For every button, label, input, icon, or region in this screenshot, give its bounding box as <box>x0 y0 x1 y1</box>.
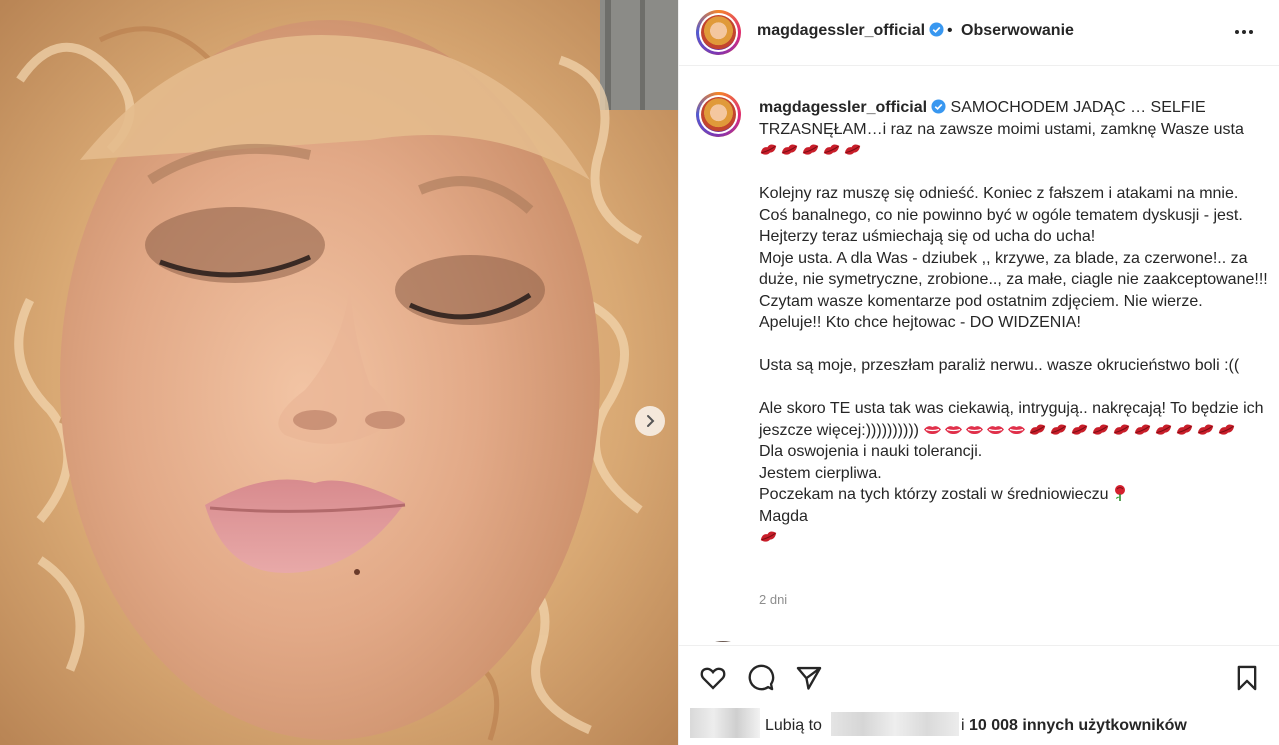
kiss-mark-emoji-icon <box>1135 424 1151 435</box>
kiss-mark-emoji-icon <box>823 144 840 155</box>
mouth-emoji-icon <box>966 425 984 434</box>
comment-avatar-partial <box>715 641 731 642</box>
caption-paragraph: Magda <box>759 507 808 525</box>
mouth-emoji-icon <box>945 425 963 434</box>
kiss-mark-emoji-icon <box>1093 424 1109 435</box>
caption-avatar[interactable] <box>696 92 741 137</box>
username-link[interactable]: magdagessler_official <box>757 22 944 40</box>
kiss-mark-emoji-icon <box>1219 424 1235 435</box>
caption-paragraph: Apeluje!! Kto chce hejtowac - DO WIDZENI… <box>759 314 1081 331</box>
kiss-mark-emoji-icon <box>760 144 777 155</box>
caption-paragraph: Jestem cierpliwa. <box>759 464 882 482</box>
caption-paragraph: Ale skoro TE usta tak was ciekawią, intr… <box>759 400 1264 439</box>
rose-emoji-icon <box>1114 485 1125 501</box>
chevron-right-icon <box>647 415 655 427</box>
likes-count-link[interactable]: 10 008 innych użytkowników <box>969 717 1187 734</box>
share-icon[interactable] <box>795 664 823 692</box>
lips-emoji-row <box>923 422 1238 439</box>
kiss-mark-emoji-icon <box>760 531 777 542</box>
mouth-emoji-icon <box>924 425 942 434</box>
username-text: magdagessler_official <box>757 22 926 39</box>
kiss-mark-emoji-icon <box>1156 424 1172 435</box>
caption-paragraph: Poczekam na tych którzy zostali w średni… <box>759 484 1269 506</box>
caption-username[interactable]: magdagessler_official <box>759 99 946 116</box>
more-options-icon[interactable] <box>1232 20 1256 44</box>
comment-icon[interactable] <box>747 664 775 692</box>
kiss-mark-emoji-icon <box>1177 424 1193 435</box>
likes-suffix: i 10 008 innych użytkowników <box>961 717 1187 734</box>
post-detail-panel: magdagessler_official • Obserwowanie mag… <box>678 0 1279 745</box>
caption-paragraph: Kolejny raz muszę się odnieść. Koniec z … <box>759 185 1243 245</box>
selfie-image <box>0 0 678 745</box>
carousel-next-button[interactable] <box>635 406 665 436</box>
kiss-emoji-row <box>759 527 1269 549</box>
liker-name-blurred[interactable] <box>831 712 959 736</box>
kiss-mark-emoji-icon <box>1114 424 1130 435</box>
bookmark-icon[interactable] <box>1233 664 1261 692</box>
verified-badge-icon <box>929 22 944 37</box>
following-button[interactable]: Obserwowanie <box>961 22 1074 40</box>
mouth-emoji-icon <box>987 425 1005 434</box>
caption-text: magdagessler_official SAMOCHODEM JADĄC …… <box>759 97 1269 549</box>
kiss-mark-emoji-icon <box>781 144 798 155</box>
verified-badge-icon <box>931 99 946 114</box>
post-actions-bar <box>679 645 1279 705</box>
kiss-mark-emoji-icon <box>1198 424 1214 435</box>
kiss-mark-emoji-icon <box>1030 424 1046 435</box>
partial-comment-row <box>696 634 1266 642</box>
likes-row: Lubią to i 10 008 innych użytkowników <box>690 706 1270 738</box>
kiss-mark-emoji-icon <box>802 144 819 155</box>
heart-icon[interactable] <box>699 664 727 692</box>
kiss-emoji-row <box>759 140 1269 162</box>
liker-avatars-blurred <box>690 708 760 738</box>
mouth-emoji-icon <box>1008 425 1026 434</box>
caption-paragraph: Czytam wasze komentarze pod ostatnim zdj… <box>759 292 1203 310</box>
kiss-mark-emoji-icon <box>1072 424 1088 435</box>
likes-prefix: Lubią to <box>765 717 822 734</box>
post-photo[interactable] <box>0 0 678 745</box>
caption-paragraph: Moje usta. A dla Was - dziubek ,, krzywe… <box>759 249 1268 289</box>
separator-dot: • <box>947 22 953 39</box>
post-header: magdagessler_official • Obserwowanie <box>679 0 1279 66</box>
kiss-mark-emoji-icon <box>1051 424 1067 435</box>
post-timestamp[interactable]: 2 dni <box>759 592 787 607</box>
caption-paragraph: Usta są moje, przeszłam paraliż nerwu.. … <box>759 357 1240 374</box>
caption-paragraph: Dla oswojenia i nauki tolerancji. <box>759 443 983 460</box>
kiss-mark-emoji-icon <box>844 144 861 155</box>
avatar[interactable] <box>696 10 741 55</box>
